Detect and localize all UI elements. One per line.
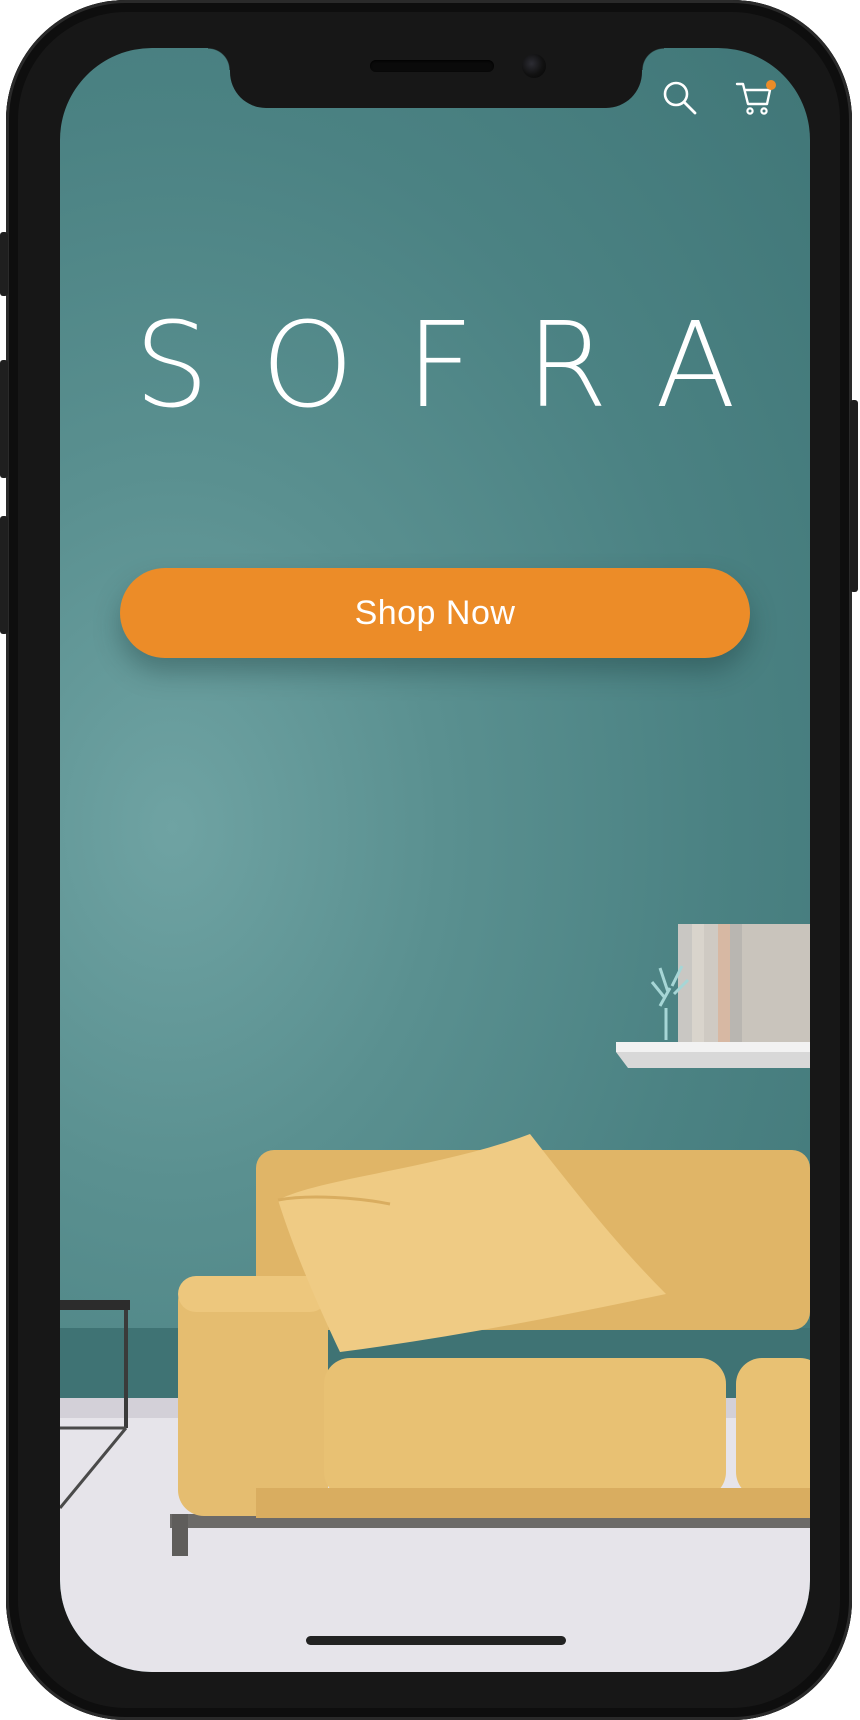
- living-room-photo: [60, 924, 810, 1672]
- device-notch: [208, 48, 664, 108]
- silent-switch: [0, 232, 8, 296]
- search-icon[interactable]: [660, 78, 700, 118]
- earpiece-speaker: [370, 60, 494, 72]
- shop-now-button[interactable]: Shop Now: [120, 568, 750, 658]
- front-camera: [522, 54, 546, 78]
- wall-shelf: [616, 924, 810, 1068]
- power-button: [850, 400, 858, 592]
- phone-frame: SOFRA Shop Now: [0, 0, 858, 1720]
- top-bar-actions: [660, 78, 776, 118]
- app-screen: SOFRA Shop Now: [60, 48, 810, 1672]
- cart-icon[interactable]: [734, 78, 776, 118]
- brand-logo-text: SOFRA: [134, 296, 788, 434]
- volume-down-button: [0, 516, 8, 634]
- home-indicator[interactable]: [306, 1636, 566, 1645]
- volume-up-button: [0, 360, 8, 478]
- cart-badge: [766, 80, 776, 90]
